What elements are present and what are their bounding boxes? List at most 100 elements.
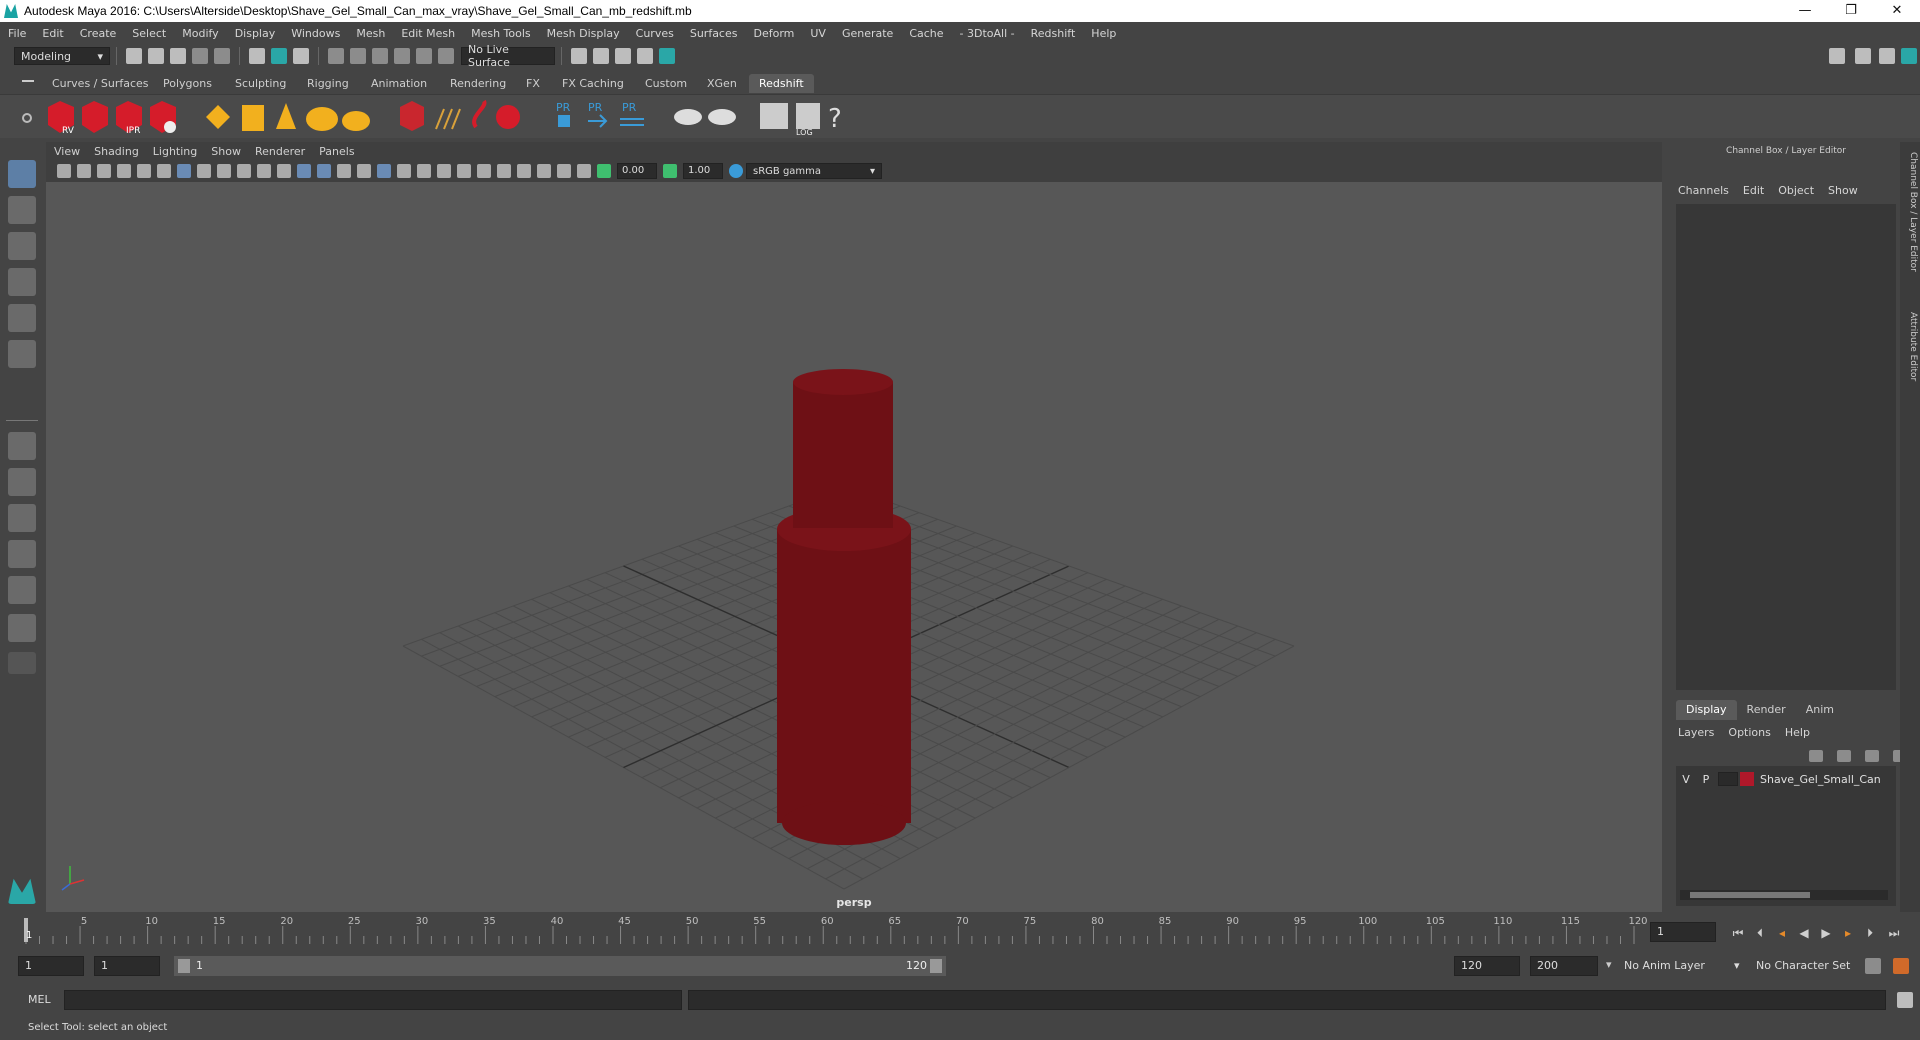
move-layer-down-icon[interactable]	[1837, 750, 1851, 762]
menu-generate[interactable]: Generate	[842, 27, 893, 40]
cb-menu-object[interactable]: Object	[1778, 184, 1814, 197]
snap-grid-icon[interactable]	[328, 48, 344, 64]
rs-curve-icon[interactable]	[472, 99, 487, 129]
film-gate-icon[interactable]	[197, 164, 211, 178]
exposure-icon[interactable]	[597, 164, 611, 178]
textured-icon[interactable]	[377, 164, 391, 178]
shelf-menu-icon[interactable]	[22, 80, 34, 82]
character-set-dropdown[interactable]: No Character Set	[1756, 956, 1870, 976]
shelf-tab-redshift[interactable]: Redshift	[749, 74, 814, 93]
vp-menu-lighting[interactable]: Lighting	[153, 145, 197, 158]
minimize-button[interactable]: —	[1782, 0, 1828, 22]
depth-of-field-icon[interactable]	[497, 164, 511, 178]
persp-hypershade-layout-icon[interactable]	[8, 576, 36, 604]
shelf-tab-animation[interactable]: Animation	[361, 74, 437, 93]
rs-script-icon[interactable]	[760, 103, 788, 129]
new-scene-icon[interactable]	[126, 48, 142, 64]
menu-display[interactable]: Display	[235, 27, 276, 40]
channel-box-toggle-icon[interactable]	[1901, 48, 1917, 64]
tab-anim[interactable]: Anim	[1796, 700, 1844, 720]
shelf-tab-rigging[interactable]: Rigging	[297, 74, 359, 93]
range-slider[interactable]: 1 120	[174, 956, 946, 976]
menu-redshift[interactable]: Redshift	[1031, 27, 1076, 40]
camera-lock-icon[interactable]	[77, 164, 91, 178]
menu-mesh-display[interactable]: Mesh Display	[547, 27, 620, 40]
help-icon[interactable]: ?	[828, 104, 842, 134]
attribute-editor-toggle-icon[interactable]	[1855, 48, 1871, 64]
ambient-occlusion-icon[interactable]	[437, 164, 451, 178]
rs-hair-icon[interactable]	[435, 108, 461, 130]
menu-mesh[interactable]: Mesh	[356, 27, 385, 40]
rs-proxy-icon[interactable]	[400, 101, 424, 131]
paint-select-tool-icon[interactable]	[8, 232, 36, 260]
single-perspective-layout-icon[interactable]	[8, 432, 36, 460]
step-forward-key-icon[interactable]: ⏵	[1862, 926, 1878, 940]
snap-curve-icon[interactable]	[350, 48, 366, 64]
shadows-icon[interactable]	[417, 164, 431, 178]
mel-label[interactable]: MEL	[28, 993, 51, 1006]
scene-canvas[interactable]	[46, 182, 1662, 912]
live-surface-field[interactable]: No Live Surface	[461, 43, 555, 69]
le-menu-help[interactable]: Help	[1785, 726, 1810, 739]
xray-joints-icon[interactable]	[557, 164, 571, 178]
use-all-lights-icon[interactable]	[397, 164, 411, 178]
new-empty-layer-icon[interactable]	[1865, 750, 1879, 762]
rs-shader-icon[interactable]	[708, 109, 736, 125]
gamma-icon[interactable]	[663, 164, 677, 178]
pr-export-icon[interactable]	[588, 114, 608, 128]
scrollbar-thumb[interactable]	[1690, 892, 1810, 898]
tool-settings-icon[interactable]	[1879, 48, 1895, 64]
menu-cache[interactable]: Cache	[909, 27, 943, 40]
render-view-icon[interactable]	[571, 48, 587, 64]
go-to-start-icon[interactable]: ⏮	[1730, 926, 1746, 940]
render-settings-icon[interactable]	[637, 48, 653, 64]
menu-curves[interactable]: Curves	[636, 27, 674, 40]
grid-icon[interactable]	[177, 164, 191, 178]
layer-name[interactable]: Shave_Gel_Small_Can	[1760, 773, 1881, 786]
grease-pencil-icon[interactable]	[157, 164, 171, 178]
vp-menu-show[interactable]: Show	[211, 145, 241, 158]
chevron-down-icon[interactable]: ▾	[1606, 958, 1612, 971]
rotate-tool-icon[interactable]	[8, 304, 36, 332]
pr-convert-icon[interactable]	[620, 118, 644, 126]
smooth-shade-icon[interactable]	[317, 164, 331, 178]
image-plane-icon[interactable]	[117, 164, 131, 178]
redo-icon[interactable]	[214, 48, 230, 64]
step-back-frame-icon[interactable]: ◂	[1774, 926, 1790, 940]
motion-blur-icon[interactable]	[457, 164, 471, 178]
layer-display-type[interactable]	[1718, 772, 1738, 786]
exposure-field[interactable]: 0.00	[617, 163, 657, 179]
camera-select-icon[interactable]	[57, 164, 71, 178]
go-to-end-icon[interactable]: ⏭	[1886, 926, 1902, 940]
cb-menu-channels[interactable]: Channels	[1678, 184, 1729, 197]
color-management-icon[interactable]	[729, 164, 743, 178]
shelf-tab-polygons[interactable]: Polygons	[153, 74, 222, 93]
flat-shade-icon[interactable]	[337, 164, 351, 178]
animation-start-field[interactable]: 1	[18, 956, 84, 976]
restore-button[interactable]: ❐	[1828, 0, 1874, 22]
step-back-key-icon[interactable]: ⏴	[1752, 926, 1768, 940]
field-chart-icon[interactable]	[257, 164, 271, 178]
rs-portal-light-icon[interactable]	[242, 105, 264, 131]
anti-aliasing-icon[interactable]	[477, 164, 491, 178]
side-tab-attribute-editor[interactable]: Attribute Editor	[1902, 312, 1918, 381]
shelf-tab-fx[interactable]: FX	[516, 74, 550, 93]
hypershade-icon[interactable]	[659, 48, 675, 64]
select-by-component-icon[interactable]	[293, 48, 309, 64]
layer-list-scrollbar[interactable]	[1680, 890, 1888, 900]
cb-menu-show[interactable]: Show	[1828, 184, 1858, 197]
rs-area-light-icon[interactable]	[206, 105, 230, 129]
auto-key-icon[interactable]	[1865, 958, 1881, 974]
step-forward-frame-icon[interactable]: ▸	[1840, 926, 1856, 940]
menu-edit[interactable]: Edit	[42, 27, 63, 40]
shelf-tab-custom[interactable]: Custom	[635, 74, 697, 93]
play-backward-icon[interactable]: ◀	[1796, 926, 1812, 940]
layer-visibility-toggle[interactable]: V	[1676, 773, 1696, 786]
shave-gel-can-model[interactable]	[777, 369, 911, 845]
command-input[interactable]	[64, 990, 682, 1010]
shelf-tab-curves-surfaces[interactable]: Curves / Surfaces	[42, 74, 159, 93]
xray-icon[interactable]	[537, 164, 551, 178]
shelf-tab-xgen[interactable]: XGen	[697, 74, 747, 93]
menu-surfaces[interactable]: Surfaces	[690, 27, 738, 40]
play-forward-icon[interactable]: ▶	[1818, 926, 1834, 940]
